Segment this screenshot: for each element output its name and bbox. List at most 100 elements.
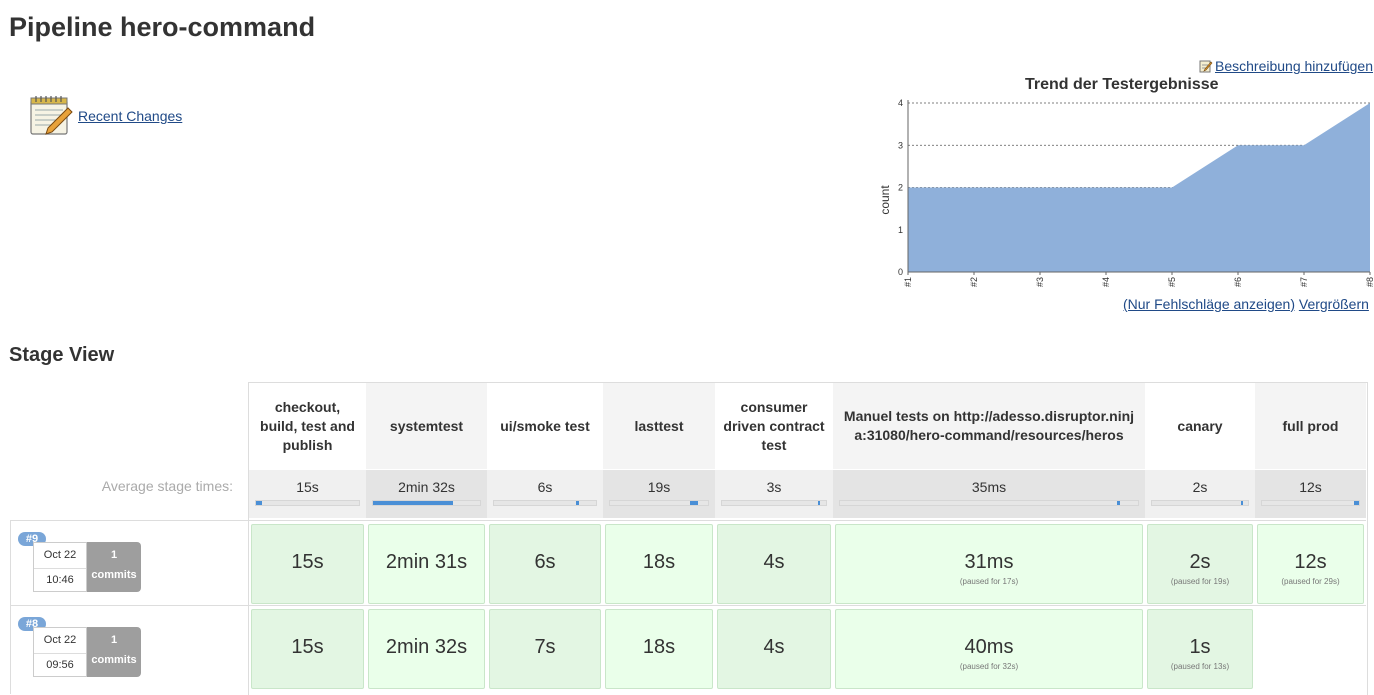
stage-name: checkout, build, test and publish [260,398,355,453]
chart-y-tick-label: 1 [898,225,903,235]
build-date: Oct 22 09:56 [33,627,87,677]
stage-duration: 18s [642,636,676,658]
chart-y-tick-label: 2 [898,183,903,193]
stage-result-cell[interactable]: 1s (paused for 13s) [1147,609,1253,689]
stage-duration: 12s [1294,551,1327,573]
average-time-bar [839,500,1139,506]
test-trend-chart[interactable]: 0 1 2 3 4 #1 #2 #3 #4 #5 #6 #7 #8 count [870,90,1374,296]
average-time-bar-fill [1241,501,1244,505]
stage-name: ui/smoke test [500,417,590,434]
stage-name: lasttest [634,417,684,434]
chart-x-tick-label: #2 [969,277,979,287]
stage-result-cell[interactable]: 2s (paused for 19s) [1147,524,1253,604]
average-time-bar-fill [817,501,820,505]
stage-paused-note: (paused for 29s) [1281,577,1340,586]
stage-header: Manuel tests on http://adesso.disruptor.… [833,383,1145,469]
average-time-value: 35ms [971,479,1007,495]
chart-x-tick-label: #4 [1101,277,1111,287]
chart-x-tick-label: #7 [1299,277,1309,287]
average-stage-time: 12s [1255,470,1366,518]
stage-duration: 15s [291,636,324,658]
stage-duration: 2min 31s [385,551,468,573]
stage-result-cell[interactable]: 12s (paused for 29s) [1257,524,1364,604]
stage-result-cell[interactable]: 15s [251,524,364,604]
stage-view-title: Stage View [9,344,115,366]
average-time-value: 15s [296,479,319,495]
stage-result-cell[interactable]: 2min 32s [368,609,485,689]
average-stage-time: 6s [487,470,603,518]
stage-duration: 7s [534,636,556,658]
stage-header: canary [1145,383,1255,469]
chart-links: (Nur Fehlschläge anzeigen) Vergrößern [1123,296,1369,312]
stage-duration: 2s [1189,551,1211,573]
stage-header: full prod [1255,383,1366,469]
stage-result-cell[interactable]: 6s [489,524,601,604]
commits-label: commits [91,654,137,666]
stage-duration: 40ms [964,636,1014,658]
average-time-value: 6s [537,479,553,495]
stage-result-cell[interactable]: 7s [489,609,601,689]
average-stage-time: 35ms [833,470,1145,518]
stage-duration: 31ms [964,551,1014,573]
recent-changes-link[interactable]: Recent Changes [78,108,182,124]
chart-y-label: count [878,185,892,215]
stage-duration: 6s [534,551,556,573]
stage-name: canary [1177,417,1223,434]
stage-result-cell[interactable]: 4s [717,609,831,689]
stage-paused-note: (paused for 19s) [1170,577,1230,586]
average-time-bar [372,500,481,506]
stage-result-cell[interactable]: 31ms (paused for 17s) [835,524,1143,604]
average-time-bar [609,500,709,506]
average-time-value: 2min 32s [398,479,455,495]
only-failures-link[interactable]: (Nur Fehlschläge anzeigen) [1123,296,1295,312]
chart-area-series [908,103,1370,272]
average-stage-times-label: Average stage times: [101,478,233,494]
average-time-bar-fill [575,501,579,505]
average-time-bar-fill [1117,501,1120,505]
average-time-bar [1261,500,1360,506]
stage-name: full prod [1282,417,1339,434]
stage-result-cell[interactable]: 18s [605,609,713,689]
stage-result-cell[interactable]: 40ms (paused for 32s) [835,609,1143,689]
stage-header: checkout, build, test and publish [249,383,366,469]
commits-button[interactable]: 1 commits [87,627,141,677]
stage-duration: 4s [763,551,785,573]
stage-header: lasttest [603,383,715,469]
build-date-time: 09:56 [46,659,74,671]
add-description-link[interactable]: Beschreibung hinzufügen [1215,58,1373,74]
stage-name: Manuel tests on http://adesso.disruptor.… [843,408,1135,443]
average-stage-time: 15s [249,470,366,518]
average-time-value: 2s [1192,479,1208,495]
stage-result-cell[interactable]: 18s [605,524,713,604]
edit-icon [1199,60,1213,73]
average-time-bar-fill [256,501,263,505]
stage-paused-note: (paused for 17s) [959,577,1019,586]
stage-duration: 15s [291,551,324,573]
average-stage-time: 3s [715,470,833,518]
notepad-icon[interactable] [28,94,74,138]
stage-header: consumer driven contract test [715,383,833,469]
stage-header: ui/smoke test [487,383,603,469]
average-time-bar-fill [373,501,454,505]
page-title: Pipeline hero-command [9,12,316,42]
chart-x-tick-label: #3 [1035,277,1045,287]
chart-y-tick-label: 4 [898,98,903,108]
row-separator [10,605,1366,606]
average-stage-time: 2min 32s [366,470,487,518]
average-time-bar-fill [1354,501,1359,505]
average-stage-time: 19s [603,470,715,518]
average-time-bar [1151,500,1249,506]
stage-paused-note: (paused for 13s) [1170,662,1230,671]
stage-result-cell[interactable]: 4s [717,524,831,604]
commits-label: commits [91,569,137,581]
build-date-divider [34,653,86,654]
stage-result-cell[interactable]: 2min 31s [368,524,485,604]
average-time-bar-fill [690,501,699,505]
build-date-time: 10:46 [46,574,74,586]
commits-button[interactable]: 1 commits [87,542,141,592]
enlarge-link[interactable]: Vergrößern [1299,296,1369,312]
stage-result-cell[interactable]: 15s [251,609,364,689]
chart-x-tick-label: #8 [1365,277,1374,287]
average-time-bar [721,500,827,506]
add-description[interactable]: Beschreibung hinzufügen [1199,58,1373,74]
